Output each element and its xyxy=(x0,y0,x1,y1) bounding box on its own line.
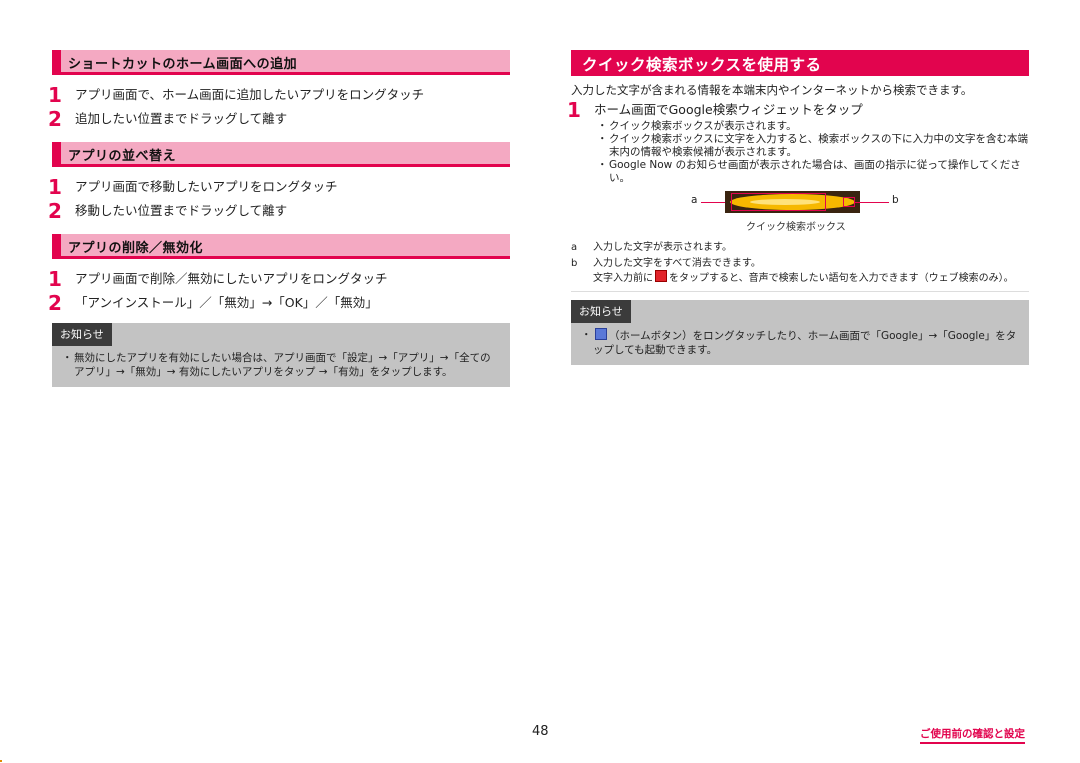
bullet-item: ・クイック検索ボックスが表示されます。 xyxy=(597,120,797,132)
main-section-title: クイック検索ボックスを使用する xyxy=(582,56,822,74)
page-number: 48 xyxy=(532,724,549,739)
bullet-text: クイック検索ボックスに文字を入力すると、検索ボックスの下に入力中の文字を含む本端… xyxy=(609,133,1028,158)
chapter-link[interactable]: ご使用前の確認と設定 xyxy=(920,726,1025,744)
step-number: 1 xyxy=(48,83,62,107)
step-text: 「アンインストール」／「無効」→「OK」／「無効」 xyxy=(75,295,378,310)
section-title: ショートカットのホーム画面への追加 xyxy=(68,57,298,72)
step-text: アプリ画面で、ホーム画面に追加したいアプリをロングタッチ xyxy=(75,87,425,102)
legend-key: a xyxy=(571,242,578,253)
section-title: アプリの並べ替え xyxy=(68,149,177,164)
step-number: 2 xyxy=(48,199,62,223)
section-header-reorder: アプリの並べ替え xyxy=(52,142,510,167)
step-text: アプリ画面で削除／無効にしたいアプリをロングタッチ xyxy=(75,271,388,286)
bullet-list: ・クイック検索ボックスが表示されます。 ・クイック検索ボックスに文字を入力すると… xyxy=(595,120,1029,185)
main-section-header: クイック検索ボックスを使用する xyxy=(571,50,1029,76)
quick-search-figure: a b クイック検索ボックス xyxy=(571,189,1029,235)
right-column: クイック検索ボックスを使用する 入力した文字が含まれる情報を本端末内やインターネ… xyxy=(567,50,1029,365)
callout-line-b xyxy=(855,202,889,203)
callout-label-a: a xyxy=(691,194,698,206)
legend-extra-text: 文字入力前に xyxy=(593,273,653,284)
section-header-shortcut: ショートカットのホーム画面への追加 xyxy=(52,50,510,75)
note-body: ・ （ホームボタン）をロングタッチしたり、ホーム画面で「Google」→「Goo… xyxy=(571,323,1029,357)
step-item: 1 アプリ画面で削除／無効にしたいアプリをロングタッチ xyxy=(48,267,510,291)
corner-mark xyxy=(0,760,2,762)
bullet-item: ・クイック検索ボックスに文字を入力すると、検索ボックスの下に入力中の文字を含む本… xyxy=(597,133,1028,158)
clear-button-highlight xyxy=(843,197,855,207)
figure-caption: クイック検索ボックス xyxy=(746,222,846,233)
step-text: ホーム画面でGoogle検索ウィジェットをタップ xyxy=(594,102,863,117)
legend-key: b xyxy=(571,258,578,269)
bullet: ・ xyxy=(62,352,73,364)
legend-text: 入力した文字が表示されます。 xyxy=(593,242,732,253)
legend-item: a 入力した文字が表示されます。 xyxy=(571,241,1029,254)
section-header-delete: アプリの削除／無効化 xyxy=(52,234,510,259)
step-text: アプリ画面で移動したいアプリをロングタッチ xyxy=(75,179,338,194)
note-text: （ホームボタン）をロングタッチしたり、ホーム画面で「Google」→「Googl… xyxy=(593,330,1017,356)
bullet-text: クイック検索ボックスが表示されます。 xyxy=(609,120,797,132)
bullet-text: Google Now のお知らせ画面が表示された場合は、画面の指示に従って操作し… xyxy=(609,159,1021,184)
home-button-icon xyxy=(595,328,607,340)
step-text: 移動したい位置までドラッグして離す xyxy=(75,203,288,218)
note-text: 無効にしたアプリを有効にしたい場合は、アプリ画面で「設定」→「アプリ」→「全ての… xyxy=(74,352,491,378)
step-item: 2 「アンインストール」／「無効」→「OK」／「無効」 xyxy=(48,291,510,315)
figure-legend: a 入力した文字が表示されます。 b 入力した文字をすべて消去できます。 文字入… xyxy=(571,241,1029,285)
input-area-highlight xyxy=(731,193,826,211)
microphone-icon xyxy=(655,270,667,282)
left-column: ショートカットのホーム画面への追加 1 アプリ画面で、ホーム画面に追加したいアプ… xyxy=(48,50,510,387)
step-item: 2 移動したい位置までドラッグして離す xyxy=(48,199,510,223)
legend-item: b 入力した文字をすべて消去できます。 文字入力前に をタップすると、音声で検索し… xyxy=(571,257,1029,285)
step-item: 1 アプリ画面で移動したいアプリをロングタッチ xyxy=(48,175,510,199)
note-tag: お知らせ xyxy=(52,323,112,346)
step-text: 追加したい位置までドラッグして離す xyxy=(75,111,288,126)
step-item: 1 ホーム画面でGoogle検索ウィジェットをタップ xyxy=(567,100,1029,120)
step-number: 1 xyxy=(48,175,62,199)
bullet: ・ xyxy=(581,329,592,341)
note-box: お知らせ ・ （ホームボタン）をロングタッチしたり、ホーム画面で「Google」… xyxy=(571,300,1029,365)
step-number: 1 xyxy=(567,98,581,122)
legend-extra-text: をタップすると、音声で検索したい語句を入力できます（ウェブ検索のみ）。 xyxy=(669,273,1014,284)
bullet-item: ・ Google Now のお知らせ画面が表示された場合は、画面の指示に従って操作… xyxy=(597,159,1021,184)
note-box: お知らせ ・ 無効にしたアプリを有効にしたい場合は、アプリ画面で「設定」→「アプ… xyxy=(52,323,510,387)
legend-text: 入力した文字をすべて消去できます。 xyxy=(593,258,761,269)
step-number: 2 xyxy=(48,107,62,131)
section-title: アプリの削除／無効化 xyxy=(68,241,204,256)
step-item: 2 追加したい位置までドラッグして離す xyxy=(48,107,510,131)
intro-text: 入力した文字が含まれる情報を本端末内やインターネットから検索できます。 xyxy=(571,83,973,97)
step-number: 2 xyxy=(48,291,62,315)
step-number: 1 xyxy=(48,267,62,291)
note-body: ・ 無効にしたアプリを有効にしたい場合は、アプリ画面で「設定」→「アプリ」→「全… xyxy=(52,346,510,379)
step-item: 1 アプリ画面で、ホーム画面に追加したいアプリをロングタッチ xyxy=(48,83,510,107)
callout-label-b: b xyxy=(892,194,899,206)
note-tag: お知らせ xyxy=(571,300,631,323)
